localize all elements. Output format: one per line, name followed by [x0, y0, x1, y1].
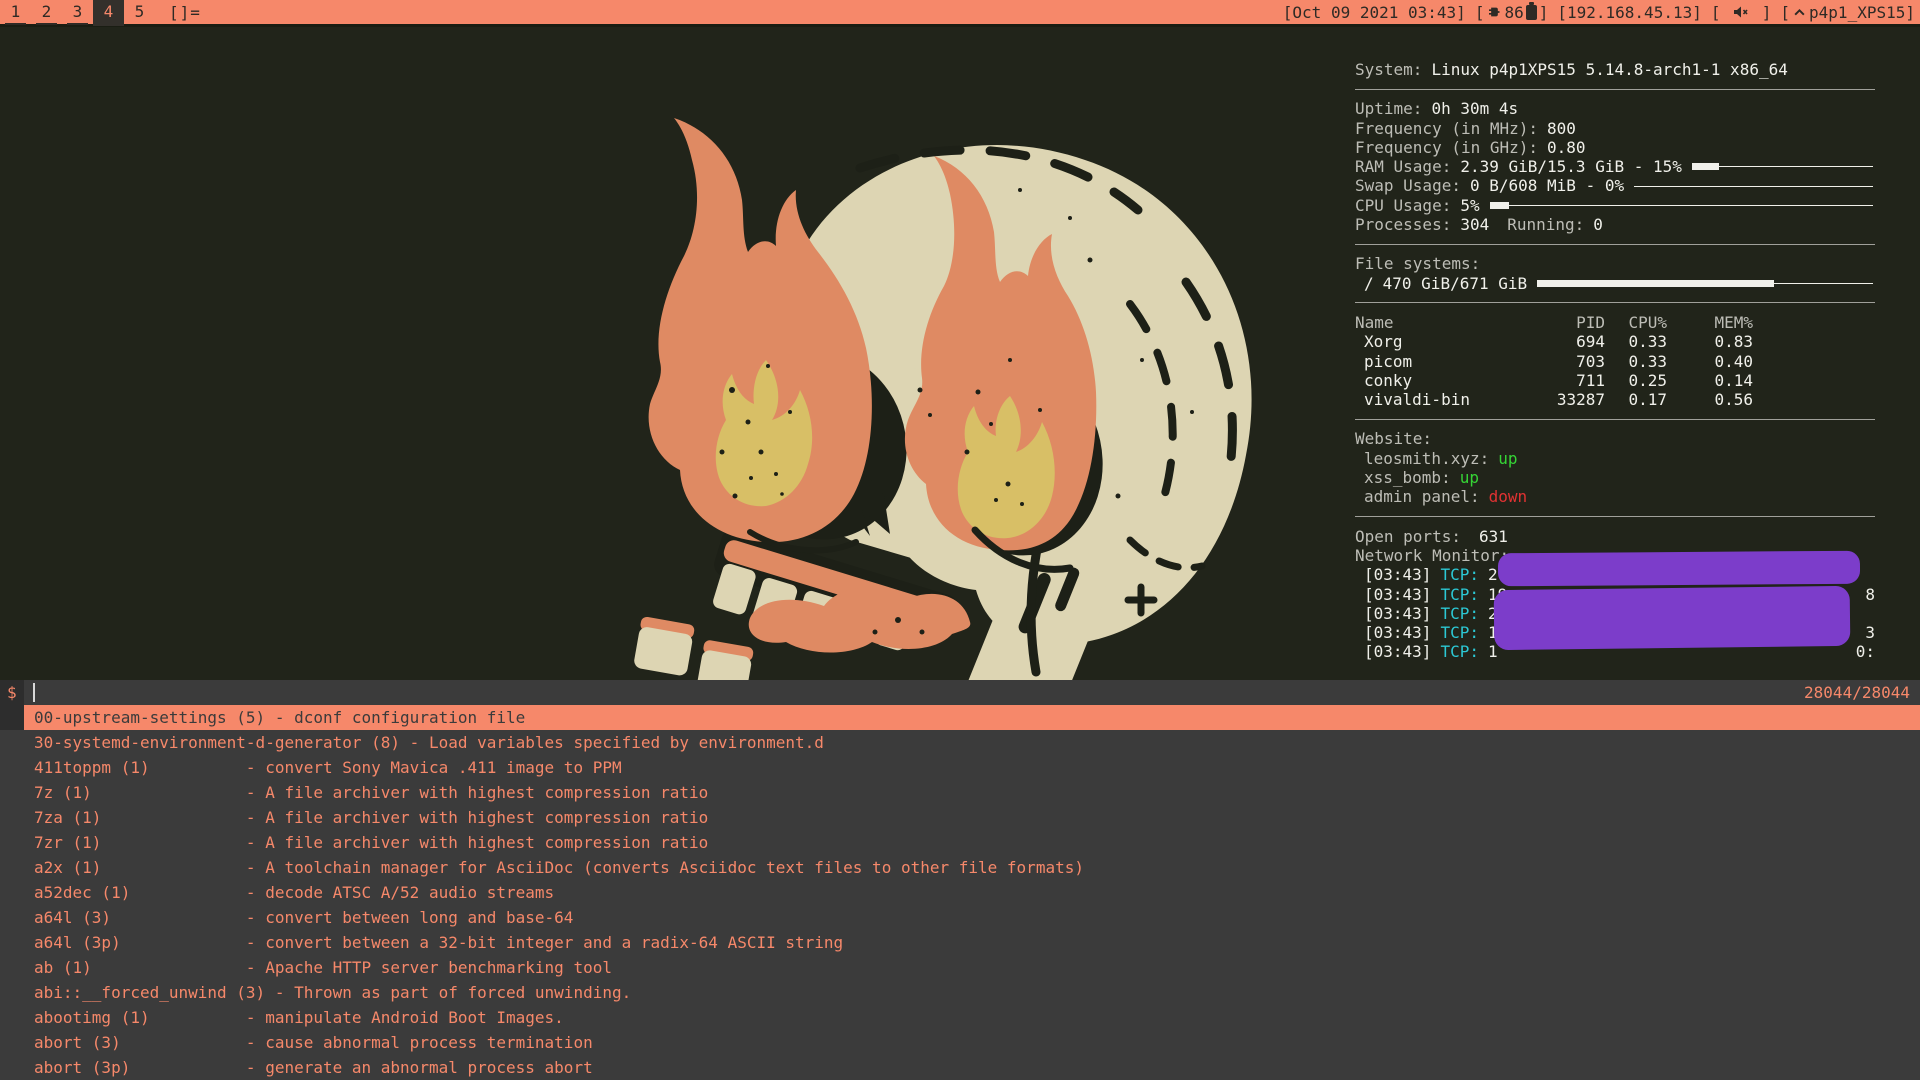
prompt-symbol: $ [0, 680, 24, 705]
divider [1355, 244, 1875, 245]
finder-item[interactable]: 7z (1) - A file archiver with highest co… [0, 780, 1920, 805]
process-name: conky [1355, 371, 1505, 390]
finder-item[interactable]: abort (3p) - generate an abnormal proces… [0, 1055, 1920, 1080]
match-count: 28044/28044 [1804, 680, 1920, 705]
finder-item[interactable]: a2x (1) - A toolchain manager for AsciiD… [0, 855, 1920, 880]
text-cursor[interactable] [33, 683, 35, 702]
root-fs-bar [1537, 274, 1875, 293]
root-fs-line: /470 GiB/671 GiB [1355, 274, 1875, 293]
skull-flaming-eyes-wallpaper [430, 60, 1290, 680]
selection-gutter [0, 705, 24, 730]
workspace-tag-2[interactable]: 2 [31, 0, 62, 26]
finder-item[interactable]: 411toppm (1) - convert Sony Mavica .411 … [0, 755, 1920, 780]
chevron-up-icon [1793, 6, 1806, 19]
website-status-row: leosmith.xyz:up [1355, 449, 1875, 468]
swap-line: Swap Usage:0 B/608 MiB - 0% [1355, 176, 1875, 195]
divider [1355, 419, 1875, 420]
open-ports-line: Open ports:631 [1355, 527, 1875, 546]
freq-mhz-line: Frequency (in MHz):800 [1355, 119, 1875, 138]
process-name: vivaldi-bin [1355, 390, 1505, 409]
status-up: up [1498, 449, 1517, 468]
processes-line: Processes:304Running:0 [1355, 215, 1875, 234]
finder-item[interactable]: 30-systemd-environment-d-generator (8) -… [0, 730, 1920, 755]
clock: [Oct 09 2021 03:43] [1283, 3, 1466, 22]
status-down: down [1489, 487, 1528, 506]
process-name: Xorg [1355, 332, 1505, 351]
desktop: { "colors": { "accent_orange": "#f6886a"… [0, 0, 1920, 1080]
uptime-line: Uptime:0h 30m 4s [1355, 99, 1875, 118]
finder-item-selected[interactable]: 00-upstream-settings (5) - dconf configu… [0, 705, 1920, 730]
filesystems-header: File systems: [1355, 254, 1875, 273]
finder-item[interactable]: 7za (1) - A file archiver with highest c… [0, 805, 1920, 830]
divider [1355, 516, 1875, 517]
ram-bar [1692, 157, 1875, 176]
terminal-fuzzy-finder: $ 28044/28044 00-upstream-settings (5) -… [0, 680, 1920, 1080]
ip-address: [192.168.45.13] [1557, 3, 1702, 22]
speaker-muted-icon [1733, 5, 1749, 19]
layout-symbol[interactable]: []= [169, 3, 201, 22]
redaction-marker [1498, 551, 1860, 587]
battery-icon [1526, 5, 1537, 20]
status-bar: 1 2 3 4 5 []= [Oct 09 2021 03:43] [86] [… [0, 0, 1920, 27]
finder-item[interactable]: abort (3) - cause abnormal process termi… [0, 1030, 1920, 1055]
workspace-tag-4[interactable]: 4 [93, 0, 124, 26]
finder-item[interactable]: 7zr (1) - A file archiver with highest c… [0, 830, 1920, 855]
website-status-row: xss_bomb:up [1355, 468, 1875, 487]
process-name: picom [1355, 352, 1505, 371]
battery-status: [86] [1475, 3, 1549, 22]
finder-item[interactable]: abi::__forced_unwind (3) - Thrown as par… [0, 980, 1920, 1005]
finder-item[interactable]: ab (1) - Apache HTTP server benchmarking… [0, 955, 1920, 980]
freq-ghz-line: Frequency (in GHz):0.80 [1355, 138, 1875, 157]
system-line: System:Linux p4p1XPS15 5.14.8-arch1-1 x8… [1355, 60, 1875, 79]
power-plug-icon [1487, 5, 1501, 19]
conky-system-monitor: System:Linux p4p1XPS15 5.14.8-arch1-1 x8… [1355, 60, 1875, 662]
divider [1355, 302, 1875, 303]
finder-item[interactable]: a64l (3p) - convert between a 32-bit int… [0, 930, 1920, 955]
workspace-tag-1[interactable]: 1 [0, 0, 31, 26]
finder-item[interactable]: a52dec (1) - decode ATSC A/52 audio stre… [0, 880, 1920, 905]
redaction-marker [1494, 586, 1851, 650]
status-up: up [1460, 468, 1479, 487]
finder-prompt-row: $ 28044/28044 [0, 680, 1920, 705]
cpu-bar [1490, 196, 1875, 215]
workspace-tag-3[interactable]: 3 [62, 0, 93, 26]
status-segments: [Oct 09 2021 03:43] [86] [192.168.45.13]… [1283, 3, 1920, 22]
website-header: Website: [1355, 429, 1875, 448]
swap-bar [1634, 177, 1875, 196]
cpu-line: CPU Usage:5% [1355, 196, 1875, 215]
finder-item[interactable]: abootimg (1) - manipulate Android Boot I… [0, 1005, 1920, 1030]
website-status-row: admin panel:down [1355, 487, 1875, 506]
finder-item[interactable]: a64l (3) - convert between long and base… [0, 905, 1920, 930]
divider [1355, 89, 1875, 90]
volume-status: [ ] [1711, 3, 1772, 22]
workspace-tag-5[interactable]: 5 [124, 0, 155, 26]
hostname: [p4p1_XPS15] [1780, 3, 1915, 22]
ram-line: RAM Usage:2.39 GiB/15.3 GiB - 15% [1355, 157, 1875, 176]
process-table: NamePIDCPU%MEM% Xorg6940.330.83 picom703… [1355, 313, 1875, 409]
